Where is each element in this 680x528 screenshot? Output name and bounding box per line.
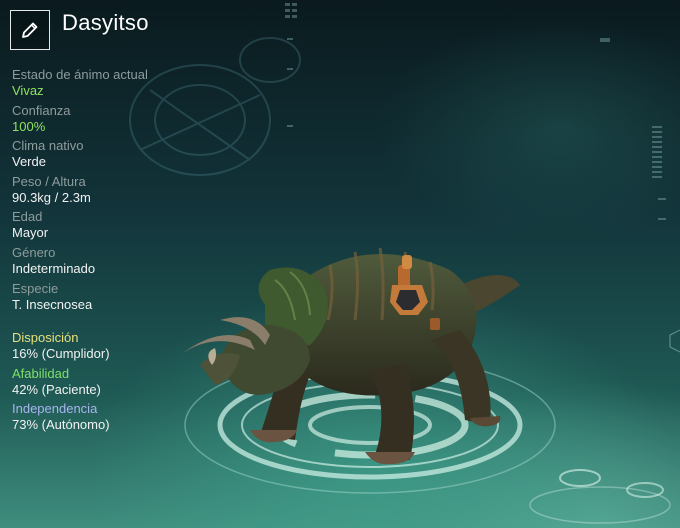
- stat-weight-height: Peso / Altura 90.3kg / 2.3m: [12, 174, 212, 210]
- trait-label: Disposición: [12, 330, 79, 345]
- trait-independence: Independencia 73% (Autónomo): [12, 401, 212, 437]
- stat-trust: Confianza 100%: [12, 103, 212, 139]
- stat-value: 90.3kg / 2.3m: [12, 189, 91, 205]
- stat-climate: Clima nativo Verde: [12, 138, 212, 174]
- stat-age: Edad Mayor: [12, 209, 212, 245]
- trait-label: Afabilidad: [12, 365, 70, 381]
- trait-disposition: Disposición 16% (Cumplidor): [12, 330, 212, 366]
- stat-value: Vivaz: [12, 83, 44, 98]
- creature-stats: Estado de ánimo actual Vivaz Confianza 1…: [12, 67, 212, 316]
- stat-value: Mayor: [12, 225, 49, 241]
- trait-value: 16% (Cumplidor): [12, 346, 110, 361]
- stat-label: Estado de ánimo actual: [12, 67, 148, 82]
- pencil-icon: [22, 22, 38, 38]
- stat-label: Confianza: [12, 102, 71, 118]
- creature-info-screen: Dasyitso Estado de ánimo actual Vivaz Co…: [0, 0, 680, 528]
- stat-value: T. Insecnosea: [12, 296, 93, 312]
- stat-species: Especie T. Insecnosea: [12, 281, 212, 317]
- stat-label: Género: [12, 244, 56, 260]
- stat-value: Verde: [12, 154, 46, 170]
- creature-model[interactable]: [160, 230, 540, 480]
- stat-value: Indeterminado: [12, 260, 96, 276]
- stat-mood: Estado de ánimo actual Vivaz: [12, 67, 212, 103]
- trait-value: 42% (Paciente): [12, 381, 101, 397]
- trait-value: 73% (Autónomo): [12, 417, 110, 433]
- hud-dashes: [285, 3, 666, 220]
- creature-traits: Disposición 16% (Cumplidor) Afabilidad 4…: [12, 330, 212, 437]
- stat-label: Especie: [12, 280, 59, 296]
- edit-name-button[interactable]: [10, 10, 50, 50]
- stat-value: 100%: [12, 118, 46, 134]
- stat-label: Edad: [12, 209, 43, 225]
- hex-marker-icon: [669, 329, 680, 353]
- stat-label: Clima nativo: [12, 138, 84, 154]
- stat-gender: Género Indeterminado: [12, 245, 212, 281]
- trait-label: Independencia: [12, 401, 98, 417]
- trait-affability: Afabilidad 42% (Paciente): [12, 366, 212, 402]
- stat-label: Peso / Altura: [12, 173, 86, 189]
- creature-name: Dasyitso: [62, 10, 149, 35]
